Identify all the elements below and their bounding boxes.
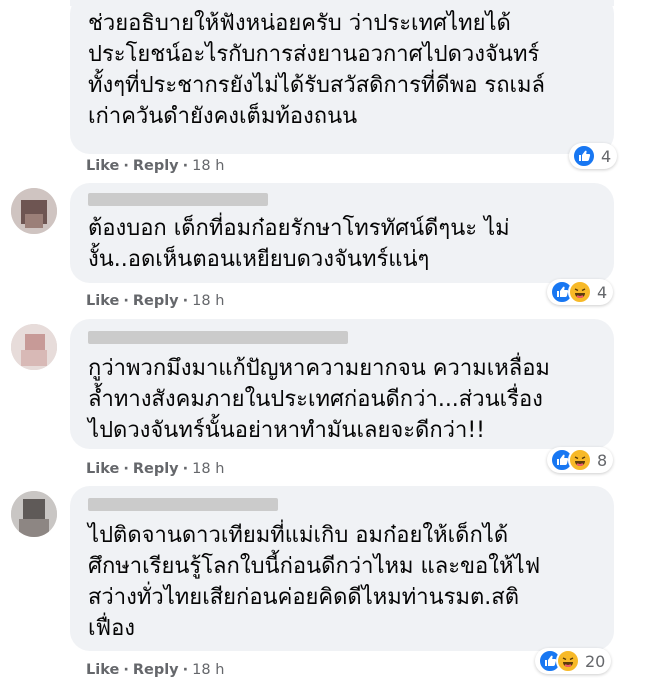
reaction-count: 4	[601, 146, 612, 166]
reaction-summary[interactable]: 8	[547, 447, 614, 473]
haha-reaction-icon	[568, 448, 592, 472]
like-reaction-icon	[572, 144, 596, 168]
avatar[interactable]	[11, 491, 57, 537]
comment-actions: Like · Reply · 18 h	[86, 293, 225, 309]
timestamp[interactable]: 18 h	[192, 461, 224, 477]
like-link[interactable]: Like	[86, 158, 119, 174]
comment-text: ต้องบอก เด็กที่อมก๋อยรักษาโทรทัศน์ดีๆนะ …	[88, 216, 510, 272]
comment-text: ช่วยอธิบายให้ฟังหน่อยครับ ว่าประเทศไทยได…	[88, 11, 546, 129]
timestamp[interactable]: 18 h	[192, 662, 224, 678]
reply-link[interactable]: Reply	[133, 662, 179, 678]
like-link[interactable]: Like	[86, 293, 119, 309]
reaction-summary[interactable]: 20	[535, 648, 612, 674]
author-name-redacted	[88, 498, 278, 511]
like-link[interactable]: Like	[86, 461, 119, 477]
avatar[interactable]	[11, 188, 57, 234]
reply-link[interactable]: Reply	[133, 293, 179, 309]
comment-bubble: ช่วยอธิบายให้ฟังหน่อยครับ ว่าประเทศไทยได…	[70, 0, 614, 154]
haha-reaction-icon	[568, 280, 592, 304]
comment-actions: Like · Reply · 18 h	[86, 461, 225, 477]
reaction-summary[interactable]: 4	[569, 143, 618, 169]
reaction-count: 8	[597, 450, 608, 470]
author-name-redacted	[88, 331, 348, 344]
reaction-summary[interactable]: 4	[547, 279, 614, 305]
avatar[interactable]	[11, 324, 57, 370]
comment-bubble: กูว่าพวกมึงมาแก้ปัญหาความยากจน ความเหลื่…	[70, 319, 614, 449]
comment-actions: Like · Reply · 18 h	[86, 158, 225, 174]
like-link[interactable]: Like	[86, 662, 119, 678]
timestamp[interactable]: 18 h	[192, 158, 224, 174]
reaction-count: 4	[597, 282, 608, 302]
comment-bubble: ไปติดจานดาวเทียมที่แม่เกิบ อมก๋อยให้เด็ก…	[70, 486, 614, 651]
reaction-count: 20	[585, 651, 606, 671]
reply-link[interactable]: Reply	[133, 158, 179, 174]
haha-reaction-icon	[556, 649, 580, 673]
comment-text: ไปติดจานดาวเทียมที่แม่เกิบ อมก๋อยให้เด็ก…	[88, 523, 541, 641]
reply-link[interactable]: Reply	[133, 461, 179, 477]
timestamp[interactable]: 18 h	[192, 293, 224, 309]
comment-actions: Like · Reply · 18 h	[86, 662, 225, 678]
comment-bubble: ต้องบอก เด็กที่อมก๋อยรักษาโทรทัศน์ดีๆนะ …	[70, 183, 614, 283]
comment-text: กูว่าพวกมึงมาแก้ปัญหาความยากจน ความเหลื่…	[88, 356, 550, 443]
author-name-redacted	[88, 193, 268, 206]
